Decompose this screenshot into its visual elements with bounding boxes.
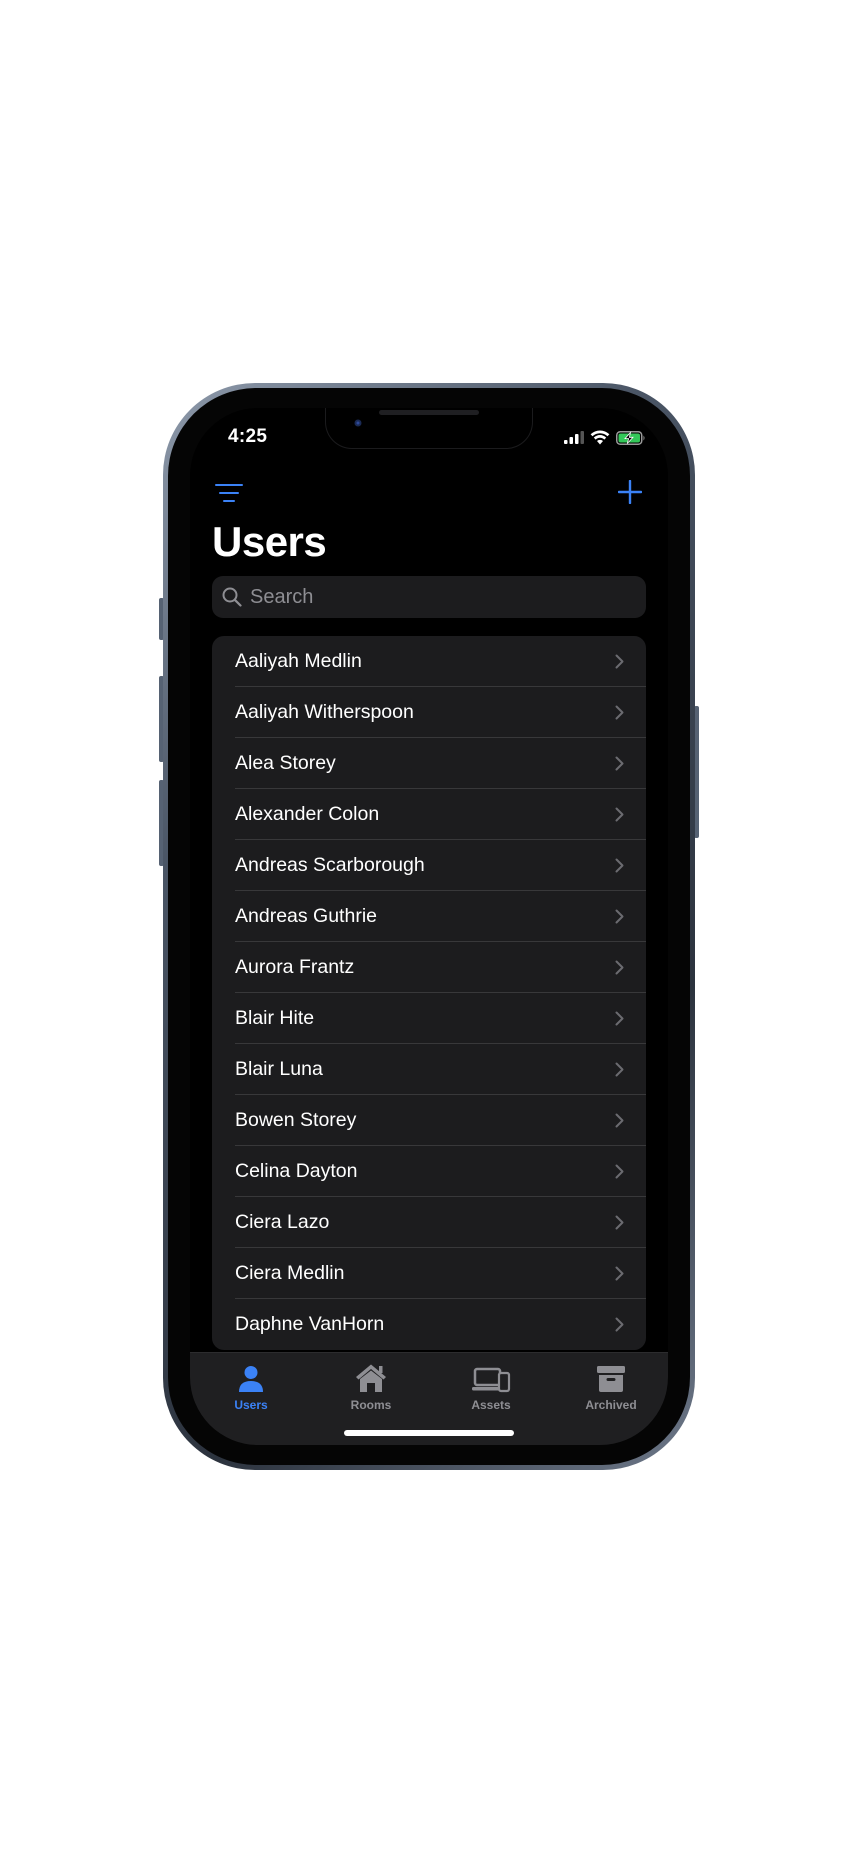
chevron-right-icon <box>615 1266 624 1281</box>
archive-box-icon <box>597 1366 625 1392</box>
notch <box>326 408 532 448</box>
list-item-label: Daphne VanHorn <box>235 1313 385 1335</box>
plus-icon <box>618 480 642 504</box>
search-input[interactable] <box>242 576 646 618</box>
home-indicator[interactable] <box>344 1430 514 1436</box>
filter-lines-icon <box>215 484 243 502</box>
tab-rooms[interactable]: Rooms <box>321 1361 421 1417</box>
chevron-right-icon <box>615 909 624 924</box>
chevron-right-icon <box>615 960 624 975</box>
chevron-right-icon <box>615 1215 624 1230</box>
list-item[interactable]: Ciera Lazo <box>212 1197 646 1248</box>
filter-button[interactable] <box>212 476 246 510</box>
user-list: Aaliyah Medlin Aaliyah Witherspoon Alea … <box>212 636 646 1350</box>
search-bar[interactable] <box>212 576 646 618</box>
list-item[interactable]: Blair Hite <box>212 993 646 1044</box>
list-item[interactable]: Aaliyah Medlin <box>212 636 646 687</box>
chevron-right-icon <box>615 1317 624 1332</box>
list-item[interactable]: Aurora Frantz <box>212 942 646 993</box>
list-item-label: Andreas Guthrie <box>235 905 377 927</box>
chevron-right-icon <box>615 705 624 720</box>
wifi-icon <box>590 430 610 445</box>
front-camera-icon <box>354 419 362 427</box>
laptop-phone-icon <box>472 1367 511 1393</box>
cellular-signal-icon <box>564 431 584 444</box>
list-item[interactable]: Andreas Scarborough <box>212 840 646 891</box>
list-item-label: Ciera Lazo <box>235 1211 330 1233</box>
chevron-right-icon <box>615 756 624 771</box>
list-item-label: Blair Hite <box>235 1007 315 1029</box>
status-time: 4:25 <box>228 426 268 447</box>
list-item-label: Blair Luna <box>235 1058 323 1080</box>
add-user-button[interactable] <box>612 474 648 510</box>
list-item-label: Ciera Medlin <box>235 1262 345 1284</box>
list-item[interactable]: Celina Dayton <box>212 1146 646 1197</box>
list-item-label: Aaliyah Medlin <box>235 650 362 672</box>
tab-rooms-label: Rooms <box>350 1398 392 1412</box>
list-item-label: Andreas Scarborough <box>235 854 425 876</box>
list-item-label: Bowen Storey <box>235 1109 357 1131</box>
tab-assets-label: Assets <box>471 1398 511 1412</box>
search-icon <box>222 587 242 607</box>
list-item[interactable]: Alea Storey <box>212 738 646 789</box>
chevron-right-icon <box>615 1113 624 1128</box>
earpiece-speaker <box>379 410 479 415</box>
status-icons <box>564 430 646 445</box>
page-title: Users <box>212 518 327 565</box>
list-item[interactable]: Blair Luna <box>212 1044 646 1095</box>
person-icon <box>239 1366 263 1392</box>
list-item[interactable]: Aaliyah Witherspoon <box>212 687 646 738</box>
list-item[interactable]: Daphne VanHorn <box>212 1299 646 1350</box>
tab-users[interactable]: Users <box>201 1361 301 1417</box>
tab-users-label: Users <box>234 1398 268 1412</box>
tab-archived[interactable]: Archived <box>561 1361 661 1417</box>
list-item[interactable]: Bowen Storey <box>212 1095 646 1146</box>
tab-assets[interactable]: Assets <box>441 1361 541 1417</box>
list-item[interactable]: Alexander Colon <box>212 789 646 840</box>
chevron-right-icon <box>615 858 624 873</box>
list-item[interactable]: Andreas Guthrie <box>212 891 646 942</box>
list-item-label: Alea Storey <box>235 752 336 774</box>
list-item[interactable]: Ciera Medlin <box>212 1248 646 1299</box>
list-item-label: Aaliyah Witherspoon <box>235 701 414 723</box>
chevron-right-icon <box>615 1164 624 1179</box>
tab-archived-label: Archived <box>585 1398 637 1412</box>
chevron-right-icon <box>615 807 624 822</box>
chevron-right-icon <box>615 1011 624 1026</box>
list-item-label: Alexander Colon <box>235 803 380 825</box>
list-item-label: Aurora Frantz <box>235 956 355 978</box>
house-icon <box>356 1364 386 1392</box>
list-item-label: Celina Dayton <box>235 1160 358 1182</box>
chevron-right-icon <box>615 1062 624 1077</box>
battery-charging-icon <box>616 430 645 445</box>
phone-screen: 4:25 Users Search Aaliyah Medlin Aaliyah… <box>190 408 668 1445</box>
chevron-right-icon <box>615 654 624 669</box>
